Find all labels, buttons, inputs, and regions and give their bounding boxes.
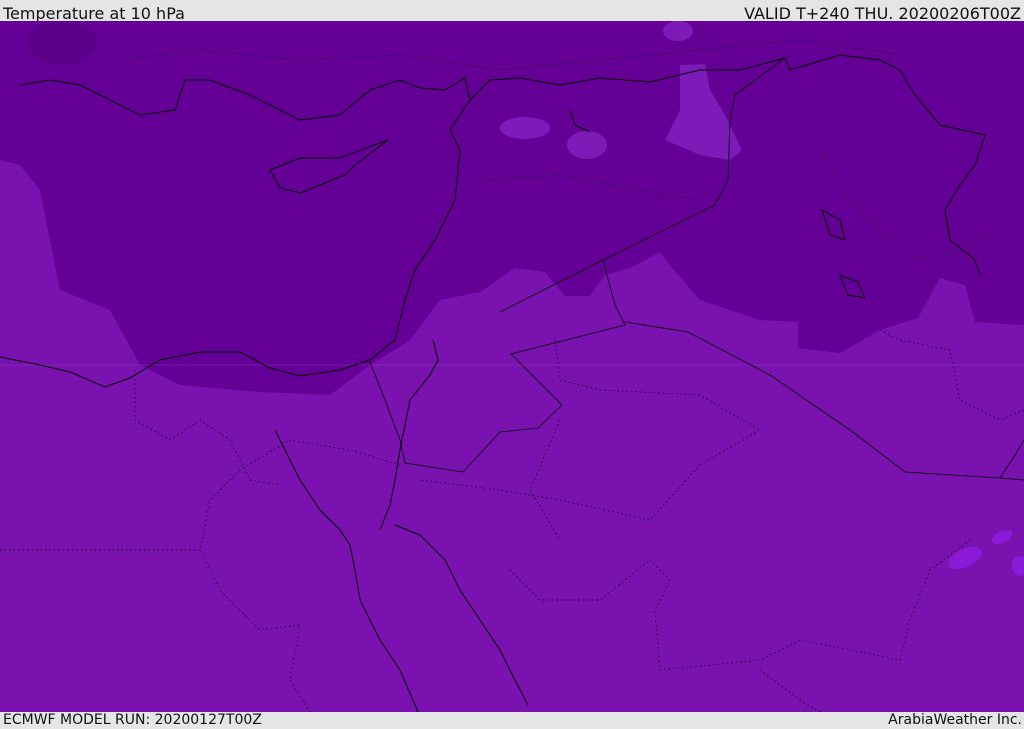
light-blob-3	[663, 21, 693, 41]
dark-blob	[27, 21, 97, 65]
light-blob-2	[567, 131, 607, 159]
model-run: ECMWF MODEL RUN: 20200127T00Z	[3, 712, 262, 728]
footer-bar: ECMWF MODEL RUN: 20200127T00Z ArabiaWeat…	[0, 712, 1024, 729]
credit: ArabiaWeather Inc.	[888, 712, 1022, 728]
header-bar: Temperature at 10 hPa VALID T+240 THU. 2…	[0, 0, 1024, 23]
light-blob-1	[500, 117, 550, 139]
temperature-map	[0, 21, 1024, 712]
